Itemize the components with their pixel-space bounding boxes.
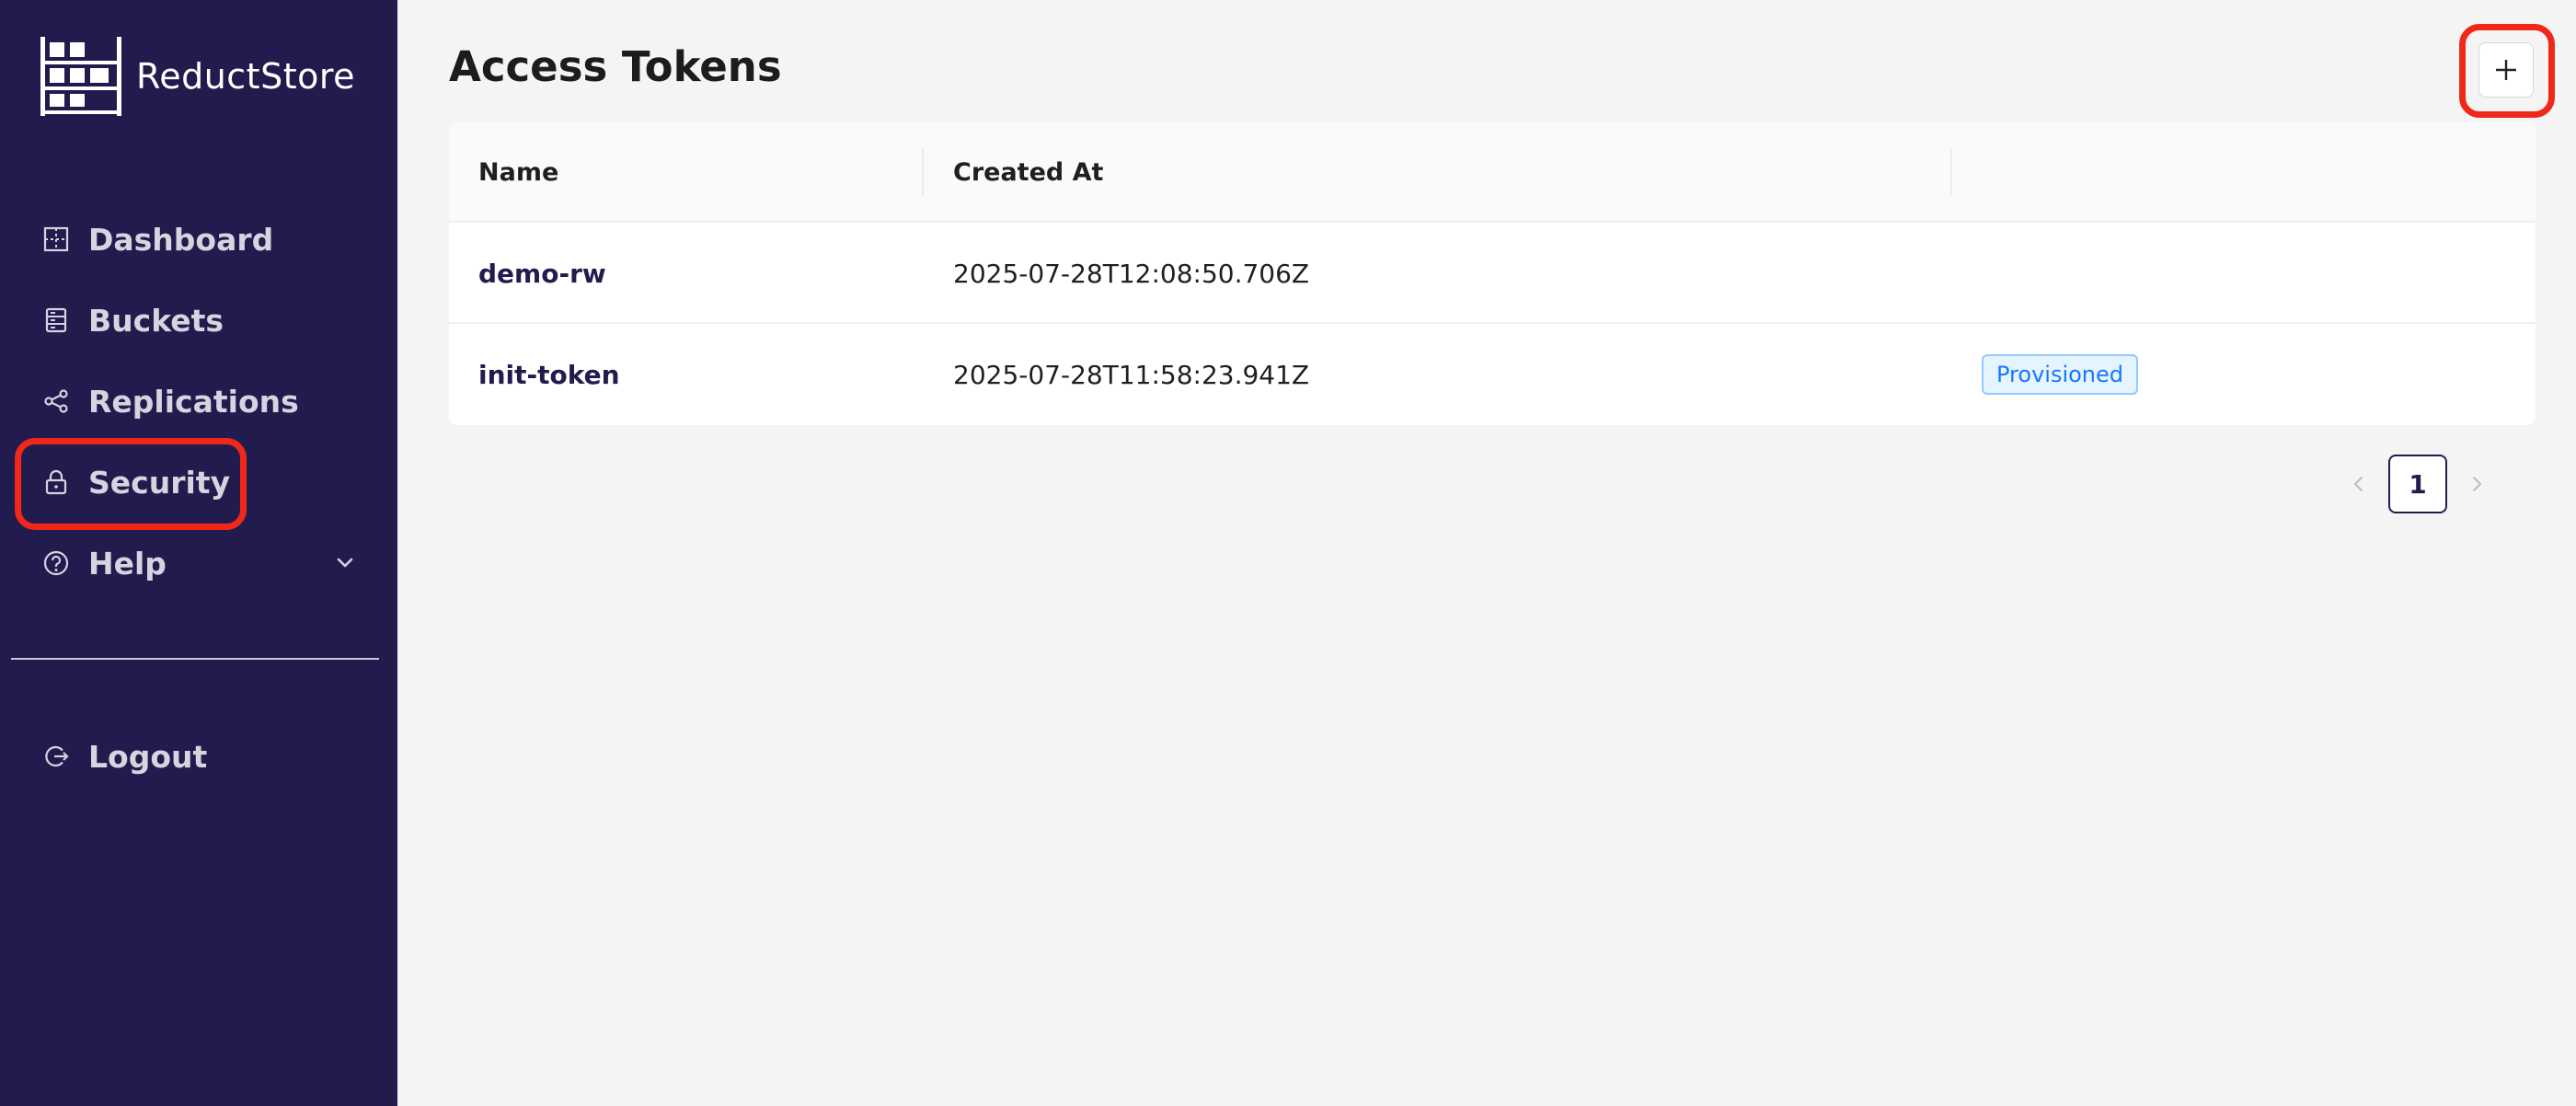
dashboard-icon <box>43 226 69 252</box>
provisioned-badge: Provisioned <box>1982 354 2139 395</box>
column-header-created-at[interactable]: Created At <box>953 121 1103 223</box>
logout-button[interactable]: Logout <box>0 723 397 789</box>
column-separator <box>922 149 924 195</box>
sidebar-item-buckets[interactable]: Buckets <box>0 287 397 353</box>
sidebar-item-help[interactable]: Help <box>0 530 397 596</box>
token-tag: Provisioned <box>1982 324 2139 425</box>
token-created-at: 2025-07-28T12:08:50.706Z <box>953 258 1310 289</box>
table-header: Name Created At <box>449 121 2536 223</box>
lock-icon <box>45 469 67 495</box>
question-circle-icon <box>43 550 69 576</box>
sidebar-item-label: Replications <box>88 383 299 420</box>
app-logo[interactable]: ReductStore <box>40 37 355 116</box>
sidebar-item-label: Dashboard <box>88 221 274 258</box>
sidebar-item-dashboard[interactable]: Dashboard <box>0 206 397 272</box>
next-page-button[interactable] <box>2447 455 2506 513</box>
prev-page-button[interactable] <box>2329 455 2388 513</box>
chevron-left-icon <box>2353 476 2363 492</box>
logout-icon <box>45 745 69 767</box>
tokens-table: Name Created At demo-rw 2025-07-28T12:08… <box>449 121 2536 425</box>
page-title: Access Tokens <box>449 42 782 91</box>
table-row[interactable]: demo-rw 2025-07-28T12:08:50.706Z <box>449 223 2536 324</box>
token-name[interactable]: init-token <box>478 324 620 425</box>
bucket-icon <box>45 307 67 333</box>
table-row[interactable]: init-token 2025-07-28T11:58:23.941Z Prov… <box>449 324 2536 425</box>
shelf-logo-icon <box>40 37 121 116</box>
sidebar-divider <box>11 658 379 660</box>
sidebar-item-replications[interactable]: Replications <box>0 368 397 434</box>
chevron-down-icon[interactable] <box>333 551 357 575</box>
page-number-1[interactable]: 1 <box>2388 455 2447 513</box>
token-created-at: 2025-07-28T11:58:23.941Z <box>953 359 1310 390</box>
plus-icon <box>2496 60 2516 80</box>
sidebar: ReductStore Dashboard Buckets Replicatio… <box>0 0 397 1106</box>
column-separator <box>1950 149 1952 195</box>
sidebar-item-security[interactable]: Security <box>0 449 397 515</box>
logout-label: Logout <box>88 738 208 775</box>
column-header-name[interactable]: Name <box>478 121 558 223</box>
add-token-button[interactable] <box>2478 42 2534 98</box>
share-icon <box>44 389 68 413</box>
sidebar-item-label: Buckets <box>88 302 224 339</box>
token-name[interactable]: demo-rw <box>478 223 606 324</box>
pagination: 1 <box>2329 455 2506 513</box>
chevron-right-icon <box>2472 476 2482 492</box>
app-name: ReductStore <box>136 56 356 97</box>
sidebar-item-label: Security <box>88 464 231 501</box>
sidebar-item-label: Help <box>88 545 167 582</box>
